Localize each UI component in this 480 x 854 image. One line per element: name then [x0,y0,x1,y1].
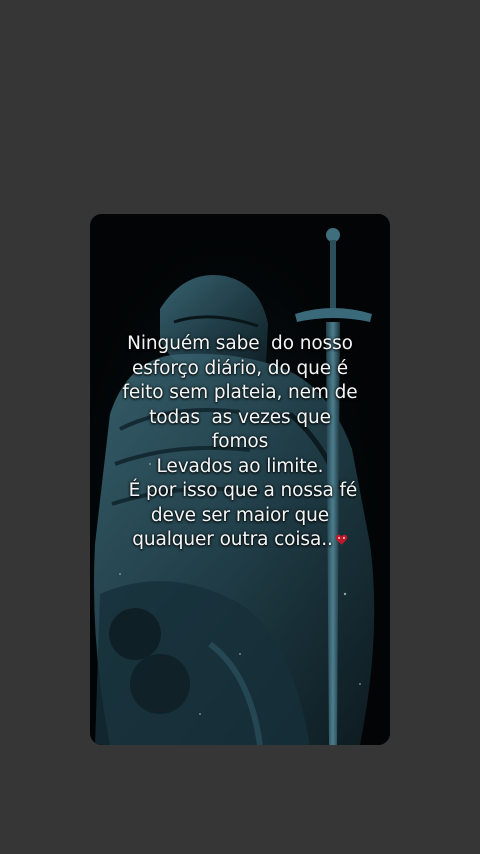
quote-line-last: qualquer outra coisa.. [90,528,390,553]
quote-line: esforço diário, do que é [131,357,349,379]
quote-line: É por isso que a nossa fé [122,480,358,501]
quote-line: deve ser maior que [150,504,330,526]
quote-line: Ninguém sabe do nosso [127,333,353,354]
quote-line: fomos [211,431,269,452]
quote-line: todas as vezes que [149,406,331,428]
heart-icon [335,534,348,545]
quote-line-text: qualquer outra coisa.. [132,529,333,550]
story-screen: Ninguém sabe do nosso esforço diário, do… [0,0,480,854]
quote-text: Ninguém sabe do nosso esforço diário, do… [90,332,390,553]
quote-line: Levados ao limite. [156,455,324,477]
quote-line: feito sem plateia, nem de [122,382,358,403]
story-card[interactable]: Ninguém sabe do nosso esforço diário, do… [90,214,390,745]
